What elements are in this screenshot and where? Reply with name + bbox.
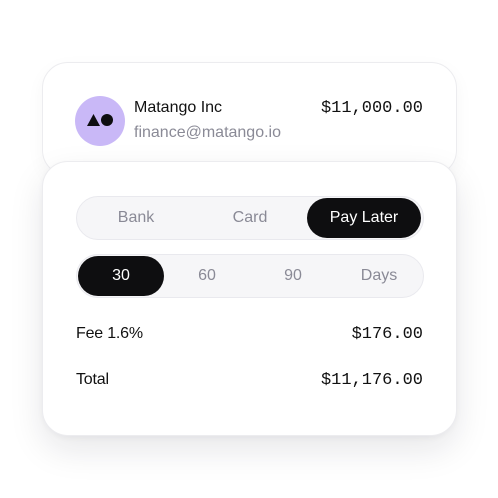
term-days[interactable]: Days [336, 256, 422, 296]
term-tabs: 30 60 90 Days [76, 254, 424, 298]
total-value: $11,176.00 [320, 371, 423, 390]
term-60[interactable]: 60 [164, 256, 250, 296]
tab-pay-later[interactable]: Pay Later [307, 198, 421, 238]
vendor-name: Matango Inc [134, 99, 223, 116]
payment-card: Bank Card Pay Later 30 60 90 Days Fee 1.… [42, 161, 457, 436]
term-30[interactable]: 30 [78, 256, 164, 296]
fee-label: Fee 1.6% [76, 325, 143, 342]
invoice-amount: $11,000.00 [320, 99, 423, 118]
page: { "vendor": { "name": "Matango Inc", "em… [0, 0, 498, 498]
vendor-email: finance@matango.io [134, 124, 281, 141]
total-label: Total [76, 371, 109, 388]
tab-card[interactable]: Card [193, 198, 307, 238]
term-90[interactable]: 90 [250, 256, 336, 296]
tab-bank[interactable]: Bank [79, 198, 193, 238]
fee-value: $176.00 [351, 325, 423, 344]
triangle-circle-logo-icon [87, 114, 113, 126]
vendor-card: Matango Inc finance@matango.io $11,000.0… [42, 62, 457, 176]
avatar [75, 96, 125, 146]
payment-method-tabs: Bank Card Pay Later [76, 196, 424, 240]
